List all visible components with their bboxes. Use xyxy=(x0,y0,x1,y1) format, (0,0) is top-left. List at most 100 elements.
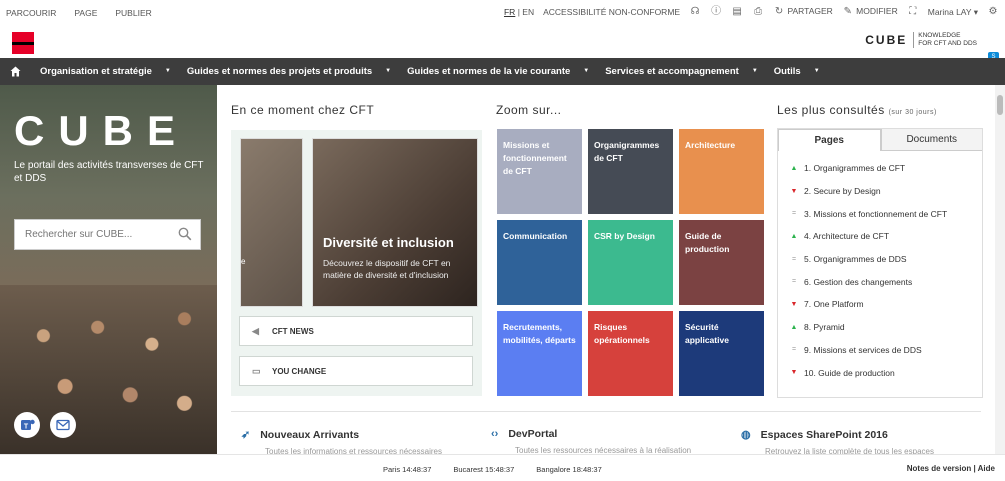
list-item[interactable]: = 3. Missions et fonctionnement de CFT xyxy=(778,202,982,225)
teams-icon: T xyxy=(21,419,35,431)
mail-button[interactable] xyxy=(50,412,76,438)
edit-button[interactable]: ✎ MODIFIER xyxy=(842,6,898,18)
chevron-down-icon: ▼ xyxy=(813,68,820,75)
brand-name: CUBE xyxy=(865,33,908,47)
zoom-tile-label: Organigrammes de CFT xyxy=(594,140,660,163)
menu-parcourir[interactable]: PARCOURIR xyxy=(6,8,56,18)
zoom-tile[interactable]: Communication xyxy=(497,220,582,305)
nav-item-outils[interactable]: Outils ▼ xyxy=(774,66,820,77)
release-notes-link[interactable]: Notes de version xyxy=(907,464,971,473)
megaphone-icon: ◀ xyxy=(252,326,259,336)
zoom-tile[interactable]: Risques opérationnels xyxy=(588,311,673,396)
clock-bucarest: Bucarest 15:48:37 xyxy=(453,465,515,474)
share-button[interactable]: ↻ PARTAGER xyxy=(773,6,833,18)
zoom-tile[interactable]: Organigrammes de CFT xyxy=(588,129,673,214)
clock-bangalore: Bangalore 18:48:37 xyxy=(536,465,602,474)
list-item[interactable]: ▼ 7. One Platform xyxy=(778,293,982,316)
lang-en[interactable]: EN xyxy=(522,7,534,17)
news-card-diversite[interactable]: Diversité et inclusion Découvrez le disp… xyxy=(312,138,478,307)
hero-subtitle: Le portail des activités transverses de … xyxy=(14,160,204,184)
list-item[interactable]: = 5. Organigrammes de DDS xyxy=(778,248,982,271)
print-icon[interactable]: ⎙ xyxy=(752,6,764,18)
share-icon: ↻ xyxy=(774,6,784,17)
list-item-label: 2. Secure by Design xyxy=(804,186,881,197)
tab-documents[interactable]: Documents xyxy=(880,129,982,151)
zoom-tile[interactable]: Missions et fonctionnement de CFT xyxy=(497,129,582,214)
search-icon[interactable] xyxy=(178,227,192,241)
zoom-tile-label: Recrutements, mobilités, départs xyxy=(503,322,576,345)
nav-label: Outils xyxy=(773,66,801,77)
trend-down-icon: ▼ xyxy=(790,187,798,195)
search-input[interactable] xyxy=(23,228,177,241)
document-icon[interactable]: ▤ xyxy=(731,6,743,18)
zoom-tile[interactable]: CSR by Design xyxy=(588,220,673,305)
clock-paris: Paris 14:48:37 xyxy=(383,465,432,474)
list-item[interactable]: ▲ 8. Pyramid xyxy=(778,316,982,339)
info-icon[interactable]: ⓘ xyxy=(710,6,722,18)
chevron-down-icon: ▼ xyxy=(164,68,171,75)
hero-panel: CUBE Le portail des activités transverse… xyxy=(0,85,217,454)
site-header: CUBE KNOWLEDGE FOR CFT AND DDS S xyxy=(0,24,1005,62)
menu-publier[interactable]: PUBLIER xyxy=(115,8,151,18)
headset-icon[interactable]: ☊ xyxy=(689,6,701,18)
fullscreen-icon[interactable]: ⛶ xyxy=(907,6,919,18)
list-item-label: 1. Organigrammes de CFT xyxy=(804,163,906,174)
zoom-tile[interactable]: Recrutements, mobilités, départs xyxy=(497,311,582,396)
menu-page[interactable]: PAGE xyxy=(74,8,97,18)
news-card-previous[interactable]: e xyxy=(240,138,303,307)
chevron-down-icon: ▼ xyxy=(385,68,392,75)
nav-item-guides-vie-courante[interactable]: Guides et normes de la vie courante ▼ xyxy=(407,66,589,77)
list-item[interactable]: ▲ 1. Organigrammes de CFT xyxy=(778,157,982,180)
help-link[interactable]: Aide xyxy=(978,464,995,473)
most-viewed-title: Les plus consultés (sur 30 jours) xyxy=(777,103,937,117)
you-change-button[interactable]: ▭ YOU CHANGE xyxy=(239,356,473,386)
list-item[interactable]: ▼ 10. Guide de production xyxy=(778,361,982,384)
footer-separator: | xyxy=(973,464,976,473)
zoom-tile-label: CSR by Design xyxy=(594,231,655,241)
list-item[interactable]: ▼ 2. Secure by Design xyxy=(778,180,982,203)
nav-item-guides-projets[interactable]: Guides et normes des projets et produits… xyxy=(187,66,391,77)
rocket-icon: ➶ xyxy=(241,429,251,441)
you-change-label: YOU CHANGE xyxy=(272,367,327,376)
link-nouveaux-arrivants[interactable]: ➶ Nouveaux Arrivants Toutes les informati… xyxy=(241,428,442,456)
list-item[interactable]: = 6. Gestion des changements xyxy=(778,270,982,293)
nav-label: Organisation et stratégie xyxy=(40,66,152,77)
scrollbar-thumb[interactable] xyxy=(997,95,1003,115)
lang-fr[interactable]: FR xyxy=(504,7,515,17)
link-devportal[interactable]: ‹› DevPortal Toutes les ressources nécess… xyxy=(491,428,691,455)
teams-button[interactable]: T xyxy=(14,412,40,438)
tab-pages[interactable]: Pages xyxy=(778,129,881,151)
zoom-tile[interactable]: Sécurité applicative xyxy=(679,311,764,396)
mail-icon xyxy=(56,419,70,431)
company-logo[interactable] xyxy=(12,32,34,54)
nav-label: Guides et normes de la vie courante xyxy=(407,66,571,77)
link-title: DevPortal xyxy=(508,428,558,440)
trend-eq-icon: = xyxy=(791,346,797,354)
share-label: PARTAGER xyxy=(787,6,833,16)
link-title: Nouveaux Arrivants xyxy=(260,429,360,441)
list-item-label: 10. Guide de production xyxy=(804,367,895,378)
cube-brand[interactable]: CUBE KNOWLEDGE FOR CFT AND DDS xyxy=(865,32,977,48)
main-content: En ce moment chez CFT e Diversité et inc… xyxy=(217,85,995,456)
nav-item-services[interactable]: Services et accompagnement ▼ xyxy=(605,66,758,77)
trend-up-icon: ▲ xyxy=(790,164,798,172)
link-sharepoint[interactable]: ◍ Espaces SharePoint 2016 Retrouvez la li… xyxy=(741,428,934,456)
nav-item-organisation[interactable]: Organisation et stratégie ▼ xyxy=(40,66,171,77)
search-box xyxy=(14,219,201,250)
home-icon[interactable] xyxy=(10,66,21,77)
list-item[interactable]: = 9. Missions et services de DDS xyxy=(778,339,982,362)
cft-news-label: CFT NEWS xyxy=(272,327,314,336)
cft-news-button[interactable]: ◀ CFT NEWS xyxy=(239,316,473,346)
vertical-scrollbar[interactable] xyxy=(995,85,1005,454)
list-item[interactable]: ▲ 4. Architecture de CFT xyxy=(778,225,982,248)
code-icon: ‹› xyxy=(491,428,499,440)
trend-eq-icon: = xyxy=(791,278,797,286)
zoom-tiles-grid: Missions et fonctionnement de CFT Organig… xyxy=(497,129,764,396)
gear-icon[interactable]: ⚙ xyxy=(987,6,999,18)
zoom-tile[interactable]: Architecture xyxy=(679,129,764,214)
trend-down-icon: ▼ xyxy=(790,369,798,377)
zoom-tile-label: Risques opérationnels xyxy=(594,322,650,345)
user-menu[interactable]: Marina LAY ▾ xyxy=(928,7,978,18)
accessibility-link[interactable]: ACCESSIBILITÉ NON-CONFORME xyxy=(543,7,680,17)
zoom-tile[interactable]: Guide de production xyxy=(679,220,764,305)
